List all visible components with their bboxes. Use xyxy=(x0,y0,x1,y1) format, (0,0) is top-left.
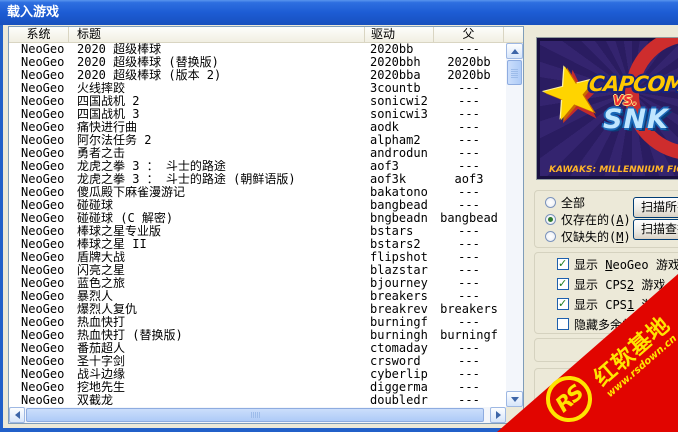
checkbox-icon xyxy=(557,258,569,270)
display-checkbox[interactable]: 显示 CPS1 游戏 xyxy=(557,297,665,311)
scan-find-button[interactable]: 扫描查找 xyxy=(633,219,678,240)
vertical-scrollbar[interactable] xyxy=(506,43,523,407)
brand-capcom: CAPCOM xyxy=(588,72,678,96)
game-preview-image: ★ ★ CAPCOM VS. SNK KAWAKS: MILLENNIUM FI… xyxy=(536,37,678,180)
display-checkbox[interactable]: 显示 NeoGeo 游戏 xyxy=(557,257,678,271)
table-row[interactable]: NeoGeo爆烈人复仇breakrevbreakers xyxy=(9,303,506,316)
horizontal-scrollbar[interactable] xyxy=(9,407,506,423)
table-row[interactable]: NeoGeo傻瓜殿下麻雀漫游记bakatono--- xyxy=(9,186,506,199)
table-row[interactable]: NeoGeo热血快打 (替换版)burninghburningf xyxy=(9,329,506,342)
titlebar[interactable]: 载入游戏 xyxy=(0,0,678,25)
table-row[interactable]: NeoGeo龙虎之拳 3 ： 斗士的路途 (朝鲜语版)aof3kaof3 xyxy=(9,173,506,186)
table-row[interactable]: NeoGeo痛快进行曲aodk--- xyxy=(9,121,506,134)
table-row[interactable]: NeoGeo棒球之星专业版bstars--- xyxy=(9,225,506,238)
game-list: 系统 标题 驱动 父 NeoGeo2020 超级棒球2020bb--- NeoG… xyxy=(8,26,524,424)
table-row[interactable]: NeoGeo暴烈人breakers--- xyxy=(9,290,506,303)
header-parent[interactable]: 父 xyxy=(434,27,504,42)
scroll-right-button[interactable] xyxy=(490,407,506,423)
table-row[interactable]: NeoGeo2020 超级棒球2020bb--- xyxy=(9,43,506,56)
filter-radio[interactable]: 仅存在的(A) xyxy=(545,212,631,226)
table-row[interactable]: NeoGeo火线摔跤3countb--- xyxy=(9,82,506,95)
scroll-left-button[interactable] xyxy=(9,407,25,423)
checkbox-label: 显示 NeoGeo 游戏 xyxy=(574,256,678,273)
table-row[interactable]: NeoGeo挖地先生diggerma--- xyxy=(9,381,506,394)
table-row[interactable]: NeoGeo双截龙doubledr--- xyxy=(9,394,506,407)
filter-radio[interactable]: 全部 xyxy=(545,195,585,209)
table-row[interactable]: NeoGeo蓝色之旅bjourney--- xyxy=(9,277,506,290)
table-row[interactable]: NeoGeo盾牌大战flipshot--- xyxy=(9,251,506,264)
table-header: 系统 标题 驱动 父 xyxy=(9,27,523,43)
game-table-body: NeoGeo2020 超级棒球2020bb--- NeoGeo2020 超级棒球… xyxy=(9,43,506,407)
table-row[interactable]: NeoGeo番茄超人ctomaday--- xyxy=(9,342,506,355)
window-title: 载入游戏 xyxy=(7,5,59,20)
display-options-groupbox: 显示 NeoGeo 游戏 显示 CPS2 游戏 显示 CPS1 游戏 隐藏多余的 xyxy=(534,252,678,334)
display-checkbox[interactable]: 隐藏多余的 xyxy=(557,317,634,331)
window-border-bottom xyxy=(0,428,678,432)
filter-radio[interactable]: 仅缺失的(M) xyxy=(545,229,631,243)
header-driver[interactable]: 驱动 xyxy=(365,27,434,42)
table-row[interactable]: NeoGeo热血快打burningf--- xyxy=(9,316,506,329)
header-system[interactable]: 系统 xyxy=(9,27,69,42)
checkbox-icon xyxy=(557,278,569,290)
arrow-down-icon xyxy=(511,397,519,406)
checkbox-label: 显示 CPS1 游戏 xyxy=(574,296,665,313)
table-row[interactable]: NeoGeo碰碰球 (C 解密)bngbeadnbangbead xyxy=(9,212,506,225)
table-row[interactable]: NeoGeo棒球之星 IIbstars2--- xyxy=(9,238,506,251)
arrow-left-icon xyxy=(11,411,20,419)
table-row[interactable]: NeoGeo勇者之击androdun--- xyxy=(9,147,506,160)
table-row[interactable]: NeoGeo圣十字剑crsword--- xyxy=(9,355,506,368)
table-row[interactable]: NeoGeo阿尔法任务 2alpham2--- xyxy=(9,134,506,147)
extra-groupbox-2 xyxy=(534,368,678,424)
table-row[interactable]: NeoGeo2020 超级棒球 (版本 2)2020bba2020bb xyxy=(9,69,506,82)
radio-label: 仅存在的(A) xyxy=(561,211,631,228)
table-row[interactable]: NeoGeo碰碰球bangbead--- xyxy=(9,199,506,212)
scan-all-button[interactable]: 扫描所有 xyxy=(633,197,678,218)
table-row[interactable]: NeoGeo闪亮之星blazstar--- xyxy=(9,264,506,277)
checkbox-label: 显示 CPS2 游戏 xyxy=(574,276,665,293)
table-row[interactable]: NeoGeo龙虎之拳 3 ： 斗士的路途aof3--- xyxy=(9,160,506,173)
vertical-scroll-thumb[interactable] xyxy=(507,60,522,85)
load-game-dialog: 载入游戏 系统 标题 驱动 父 NeoGeo2020 超级棒球2020bb---… xyxy=(0,0,678,432)
table-row[interactable]: NeoGeo2020 超级棒球 (替换版)2020bbh2020bb xyxy=(9,56,506,69)
checkbox-label: 隐藏多余的 xyxy=(574,316,634,333)
checkbox-icon xyxy=(557,298,569,310)
header-filler xyxy=(504,27,523,42)
window-border-left xyxy=(0,25,3,432)
horizontal-scroll-thumb[interactable] xyxy=(26,408,484,422)
table-row[interactable]: NeoGeo四国战机 2sonicwi2--- xyxy=(9,95,506,108)
table-row[interactable]: NeoGeo四国战机 3sonicwi3--- xyxy=(9,108,506,121)
radio-label: 全部 xyxy=(561,194,585,211)
radio-icon xyxy=(545,197,556,208)
brand-snk: SNK xyxy=(603,104,669,135)
radio-label: 仅缺失的(M) xyxy=(561,228,631,245)
scrollbar-corner xyxy=(506,407,523,423)
header-title[interactable]: 标题 xyxy=(69,27,365,42)
arrow-up-icon xyxy=(511,45,519,54)
checkbox-icon xyxy=(557,318,569,330)
arrow-right-icon xyxy=(496,411,505,419)
preview-caption: KAWAKS: MILLENNIUM FIGHT 2 xyxy=(549,165,678,175)
radio-icon xyxy=(545,231,556,242)
scroll-up-button[interactable] xyxy=(506,43,523,59)
radio-icon xyxy=(545,214,556,225)
extra-groupbox-1 xyxy=(534,338,678,362)
display-checkbox[interactable]: 显示 CPS2 游戏 xyxy=(557,277,665,291)
scroll-down-button[interactable] xyxy=(506,391,523,407)
table-row[interactable]: NeoGeo战斗边缘cyberlip--- xyxy=(9,368,506,381)
